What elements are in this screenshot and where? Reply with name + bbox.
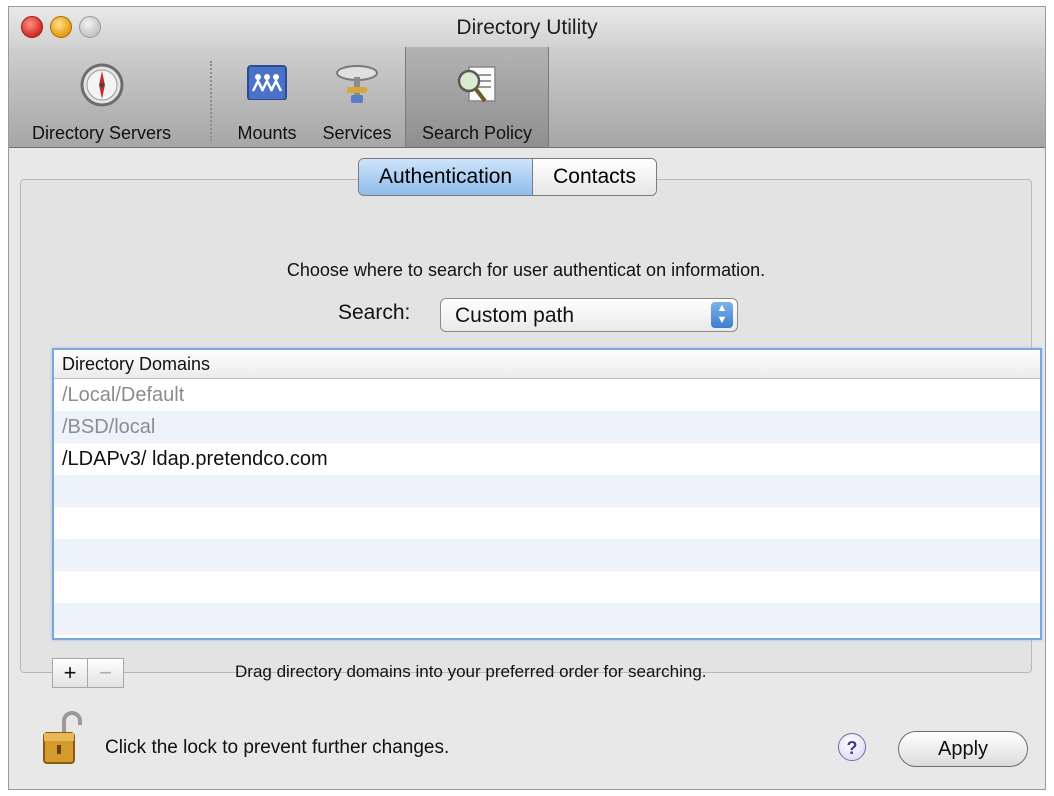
table-row[interactable]: /LDAPv3/ ldap.pretendco.com	[54, 443, 1040, 475]
search-path-value: Custom path	[455, 304, 575, 327]
directory-utility-window: Directory Utility Directory Servers Moun…	[8, 6, 1046, 790]
search-policy-panel: Choose where to search for user authenti…	[20, 179, 1042, 688]
compass-icon	[80, 63, 123, 107]
table-row[interactable]: /BSD/local	[54, 411, 1040, 443]
search-path-popup[interactable]: Custom path ▲ ▼	[440, 298, 738, 332]
toolbar-item-label: Services	[322, 123, 392, 143]
help-button[interactable]: ?	[838, 733, 866, 761]
apply-button[interactable]: Apply	[898, 731, 1028, 767]
table-row-empty	[54, 571, 1040, 603]
table-header: Directory Domains	[54, 350, 1040, 379]
add-remove-controls: + −	[52, 658, 126, 688]
lock-message: Click the lock to prevent further change…	[105, 737, 450, 758]
services-icon	[336, 65, 378, 103]
tab-segmented-control: Authentication Contacts	[358, 158, 657, 196]
table-row-empty	[54, 507, 1040, 539]
table-row-empty	[54, 539, 1040, 571]
window-title: Directory Utility	[456, 16, 598, 39]
search-policy-icon	[457, 66, 496, 103]
popup-arrows-icon: ▲ ▼	[711, 302, 733, 328]
drag-hint-text: Drag directory domains into your preferr…	[235, 662, 707, 681]
toolbar-item-directory-servers[interactable]: Directory Servers	[9, 47, 194, 147]
toolbar-item-search-policy[interactable]: Search Policy	[405, 47, 549, 147]
toolbar-item-label: Mounts	[237, 123, 297, 143]
instruction-text: Choose where to search for user authenti…	[286, 260, 766, 280]
network-users-icon	[247, 65, 287, 105]
table-row-empty	[54, 475, 1040, 507]
table-row[interactable]: /Local/Default	[54, 379, 1040, 411]
table-row-empty	[54, 603, 1040, 635]
toolbar-item-mounts[interactable]: Mounts	[225, 47, 309, 147]
content-area: Authentication Contacts Choose where to …	[9, 148, 1045, 789]
tab-authentication[interactable]: Authentication	[359, 159, 534, 195]
toolbar-item-label: Search Policy	[421, 123, 533, 143]
title-bar: Directory Utility	[9, 7, 1045, 47]
unlocked-padlock-icon[interactable]	[42, 711, 82, 767]
toolbar-item-label: Directory Servers	[31, 123, 172, 143]
directory-domains-table[interactable]: Directory Domains /Local/Default /BSD/lo…	[52, 348, 1042, 640]
add-domain-button[interactable]: +	[52, 658, 88, 688]
toolbar-separator	[210, 61, 212, 141]
remove-domain-button[interactable]: −	[88, 658, 124, 688]
toolbar: Directory Servers Mounts Services Search…	[9, 47, 1045, 148]
search-label: Search:	[338, 301, 411, 324]
toolbar-item-services[interactable]: Services	[311, 47, 403, 147]
tab-contacts[interactable]: Contacts	[533, 159, 656, 195]
